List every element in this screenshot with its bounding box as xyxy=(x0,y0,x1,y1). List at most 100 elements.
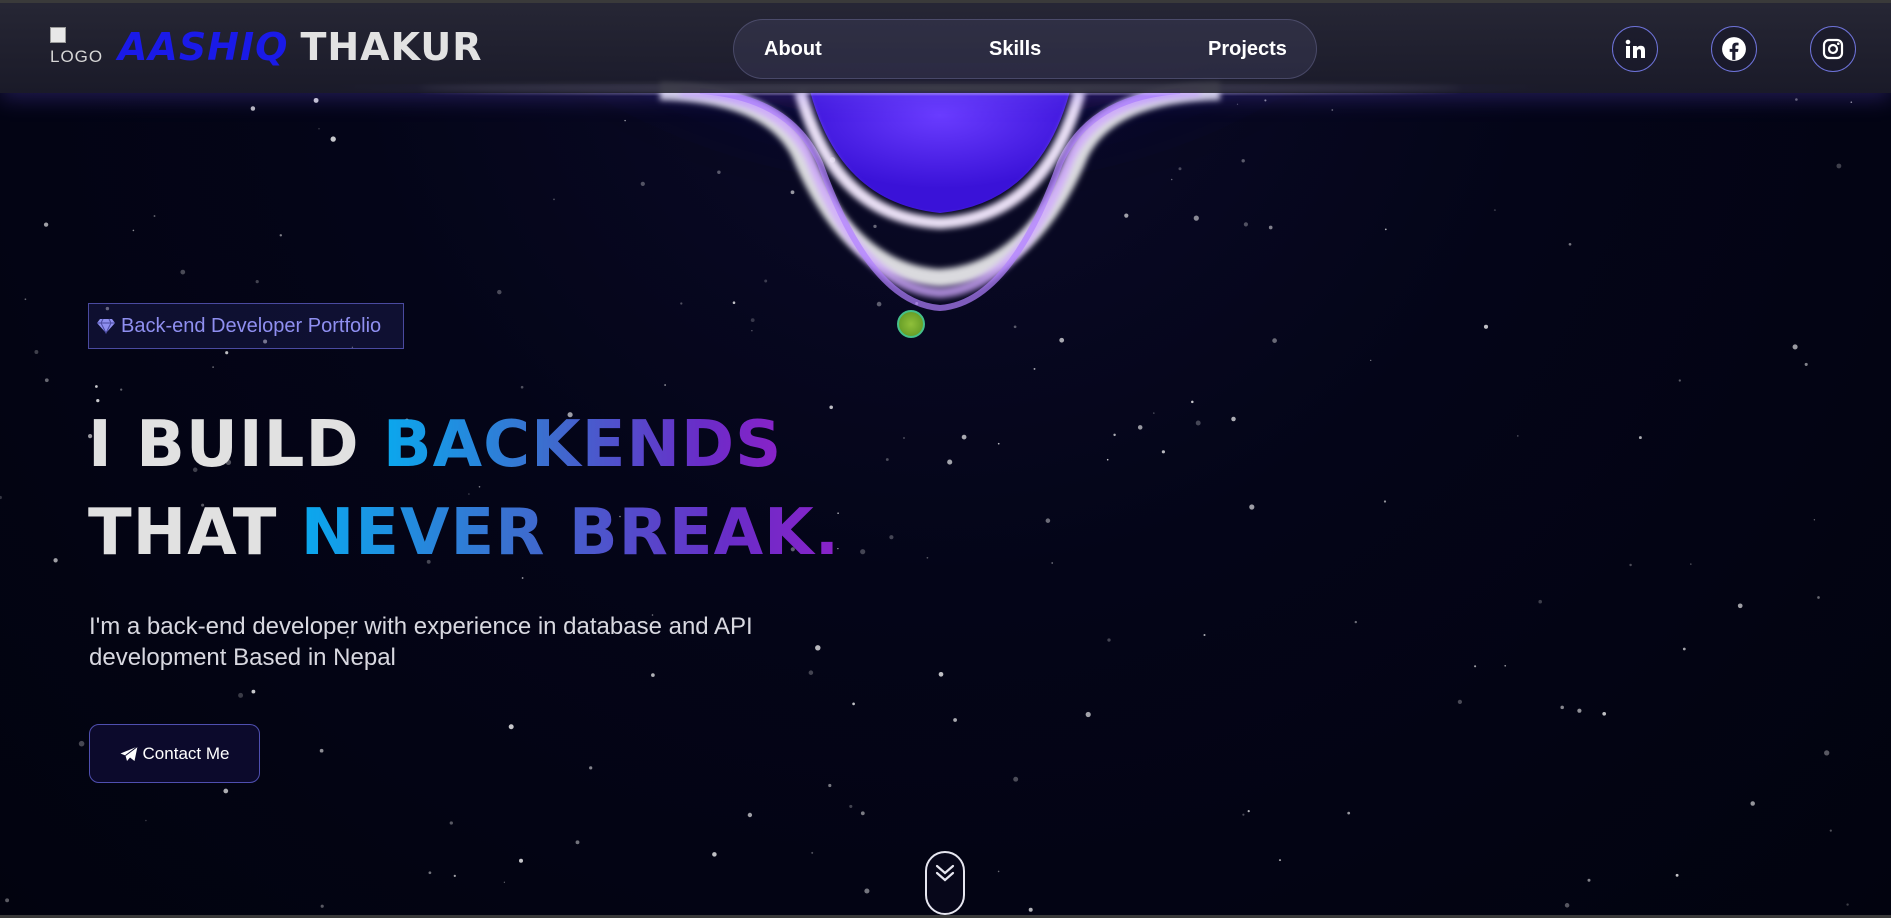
star xyxy=(1846,903,1849,906)
star xyxy=(153,215,156,217)
double-chevron-down-icon xyxy=(935,864,955,882)
star xyxy=(1249,504,1255,510)
star xyxy=(330,136,336,142)
nav-link-skills[interactable]: Skills xyxy=(989,38,1041,61)
star xyxy=(1538,599,1542,604)
star xyxy=(864,888,870,894)
broken-image-icon xyxy=(50,27,66,43)
star xyxy=(44,378,49,383)
star xyxy=(43,222,49,227)
star xyxy=(520,385,524,389)
facebook-button[interactable] xyxy=(1711,26,1757,72)
star xyxy=(225,351,229,355)
star xyxy=(790,190,795,195)
star xyxy=(1690,563,1692,565)
star xyxy=(747,812,753,818)
star xyxy=(1059,337,1065,343)
star xyxy=(1028,907,1033,912)
star xyxy=(1203,633,1206,637)
star xyxy=(1474,665,1477,668)
star xyxy=(508,724,514,730)
star xyxy=(78,740,85,747)
star xyxy=(503,881,506,883)
logo-alt-text: LOGO xyxy=(50,47,104,66)
star xyxy=(1850,101,1853,104)
star xyxy=(1161,450,1166,454)
star xyxy=(926,556,929,559)
instagram-button[interactable] xyxy=(1810,26,1856,72)
star xyxy=(24,298,27,301)
star xyxy=(589,766,593,770)
star xyxy=(732,301,736,304)
cursor-indicator xyxy=(897,310,925,338)
star xyxy=(1124,213,1129,218)
headline-plain-1: I BUILD xyxy=(88,408,383,482)
star xyxy=(997,870,1000,873)
star xyxy=(1804,362,1808,366)
star xyxy=(1243,222,1248,227)
star xyxy=(1517,435,1519,437)
linkedin-button[interactable] xyxy=(1612,26,1658,72)
star xyxy=(1675,873,1679,877)
nav-link-about[interactable]: About xyxy=(764,38,822,61)
star xyxy=(1264,99,1267,102)
headline-plain-2: THAT xyxy=(88,496,301,570)
star xyxy=(829,157,836,163)
star xyxy=(1331,109,1334,111)
star xyxy=(751,330,753,332)
brand-last-name: THAKUR xyxy=(300,25,483,69)
star xyxy=(1278,859,1282,862)
star xyxy=(1241,159,1245,163)
star xyxy=(849,804,853,808)
contact-me-label: Contact Me xyxy=(142,743,230,763)
headline-line-1: I BUILD BACKENDS xyxy=(88,401,840,489)
star xyxy=(251,689,256,694)
star xyxy=(1268,225,1273,230)
star xyxy=(521,577,524,579)
star xyxy=(428,871,432,875)
star xyxy=(1231,416,1236,422)
star xyxy=(1236,103,1239,105)
star xyxy=(1737,603,1743,609)
star xyxy=(1272,338,1277,343)
logo-image[interactable]: LOGO xyxy=(50,25,102,69)
star xyxy=(250,106,256,111)
star xyxy=(1568,242,1572,246)
star xyxy=(1504,664,1507,667)
star xyxy=(1106,458,1109,461)
black-hole-graphic xyxy=(330,63,1550,403)
star xyxy=(1113,433,1116,437)
star xyxy=(750,318,755,322)
star xyxy=(1247,809,1250,813)
star xyxy=(815,645,821,651)
nav-link-projects[interactable]: Projects xyxy=(1208,38,1287,61)
star xyxy=(449,821,453,825)
scroll-down-button[interactable] xyxy=(925,851,965,915)
star xyxy=(1457,699,1463,705)
star xyxy=(145,819,147,822)
star xyxy=(1384,228,1387,231)
star xyxy=(651,673,655,677)
star xyxy=(889,535,894,540)
contact-me-button[interactable]: Contact Me xyxy=(89,724,260,783)
star xyxy=(556,916,557,917)
star xyxy=(34,350,39,354)
star xyxy=(1047,116,1050,120)
star xyxy=(1564,903,1570,908)
star xyxy=(1817,596,1820,599)
star xyxy=(1795,98,1798,101)
brand-first-name: AASHIQ xyxy=(118,25,289,69)
star xyxy=(640,181,645,187)
star xyxy=(915,302,919,305)
star xyxy=(1750,801,1755,806)
star xyxy=(120,388,123,391)
star xyxy=(903,437,905,439)
brand-area[interactable]: LOGO AASHIQ THAKUR xyxy=(50,25,482,69)
star xyxy=(1178,167,1182,171)
star xyxy=(811,851,814,854)
facebook-icon xyxy=(1722,37,1746,61)
star xyxy=(0,495,2,500)
star xyxy=(313,97,319,103)
star xyxy=(1354,620,1357,624)
star xyxy=(1682,647,1686,651)
